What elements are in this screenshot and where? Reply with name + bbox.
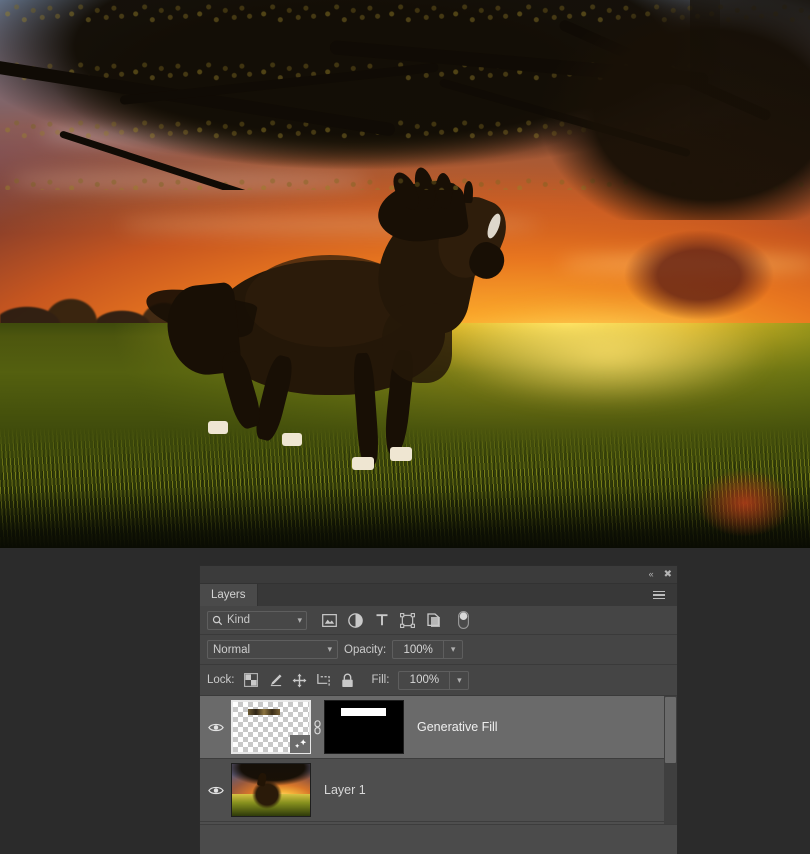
filter-type-layers-icon[interactable] xyxy=(374,613,389,628)
panel-menu-icon[interactable] xyxy=(649,584,677,606)
panel-tabs: Layers xyxy=(200,584,677,606)
horse-subject xyxy=(142,165,570,505)
fill-slider-toggle[interactable]: ▾ xyxy=(450,670,470,690)
blend-mode-value: Normal xyxy=(213,643,251,656)
close-panel-icon[interactable]: ✖ xyxy=(664,569,672,580)
lock-label: Lock: xyxy=(207,674,235,686)
lock-row: Lock: Fill: 100% ▾ xyxy=(200,665,677,696)
thumbnail-photo xyxy=(232,764,310,816)
layer-list[interactable]: Generative Fill Layer 1 xyxy=(200,696,677,824)
thumbnail-content-strip xyxy=(248,709,281,715)
layer-name[interactable]: Layer 1 xyxy=(324,783,366,797)
filter-kind-dropdown[interactable]: Kind ▾ xyxy=(207,610,307,630)
field-red-foliage xyxy=(680,458,810,548)
layer-list-scrollbar-thumb[interactable] xyxy=(665,697,676,763)
blend-mode-row: Normal ▾ Opacity: 100% ▾ xyxy=(200,635,677,665)
eye-icon xyxy=(207,723,224,731)
lock-transparent-pixels-icon[interactable] xyxy=(244,673,259,688)
table-row[interactable]: Generative Fill xyxy=(200,696,664,759)
canopy-corner-shadow xyxy=(690,0,810,260)
lock-image-pixels-icon[interactable] xyxy=(268,673,283,688)
document-canvas[interactable] xyxy=(0,0,810,548)
layer-visibility-toggle[interactable] xyxy=(200,722,231,733)
chevron-down-icon[interactable]: ▾ xyxy=(327,644,332,655)
layer-list-empty-area xyxy=(200,822,677,824)
filter-shape-layers-icon[interactable] xyxy=(400,612,415,628)
filter-adjustment-layers-icon[interactable] xyxy=(348,612,363,628)
panel-titlebar: « ✖ xyxy=(200,566,677,584)
chevron-down-icon[interactable]: ▾ xyxy=(297,615,302,626)
generative-fill-sparkle-icon xyxy=(290,735,310,753)
photoshop-window: « ✖ Layers Kind ▾ Normal ▾ Opacity: 100%… xyxy=(0,0,810,854)
tab-layers-label: Layers xyxy=(211,589,246,601)
layer-list-scrollbar[interactable] xyxy=(664,696,677,824)
table-row[interactable]: Layer 1 xyxy=(200,759,664,822)
lock-all-icon[interactable] xyxy=(340,673,355,688)
link-chain-icon[interactable] xyxy=(311,719,324,735)
fill-label: Fill: xyxy=(371,674,390,686)
tabbar-filler xyxy=(258,584,649,606)
filter-toggle-switch-icon[interactable] xyxy=(456,611,471,629)
filter-type-icons xyxy=(322,611,471,629)
filter-pixel-layers-icon[interactable] xyxy=(322,613,337,628)
lock-artboard-nesting-icon[interactable] xyxy=(316,673,331,688)
search-icon xyxy=(212,615,223,625)
blend-mode-dropdown[interactable]: Normal ▾ xyxy=(207,640,338,659)
panel-bottom-area xyxy=(200,824,677,854)
layer-mask-thumbnail[interactable] xyxy=(324,700,404,754)
tab-layers[interactable]: Layers xyxy=(200,584,258,606)
collapse-panel-icon[interactable]: « xyxy=(649,570,654,579)
layer-thumbnail[interactable] xyxy=(231,700,311,754)
filter-smart-object-layers-icon[interactable] xyxy=(426,612,441,628)
fill-value[interactable]: 100% xyxy=(398,670,451,690)
lock-icons xyxy=(244,673,355,688)
opacity-value[interactable]: 100% xyxy=(392,640,445,659)
fill-control[interactable]: 100% ▾ xyxy=(398,670,470,690)
layers-panel[interactable]: « ✖ Layers Kind ▾ Normal ▾ Opacity: 100%… xyxy=(199,565,678,854)
mask-white-area xyxy=(340,707,386,716)
layer-name[interactable]: Generative Fill xyxy=(417,720,498,734)
opacity-label: Opacity: xyxy=(344,643,387,656)
opacity-control[interactable]: 100% ▾ xyxy=(392,640,464,659)
layer-filter-row: Kind ▾ xyxy=(200,606,677,635)
eye-icon xyxy=(207,786,224,794)
lock-position-icon[interactable] xyxy=(292,673,307,688)
opacity-slider-toggle[interactable]: ▾ xyxy=(444,640,464,659)
filter-kind-label: Kind xyxy=(227,614,251,626)
layer-visibility-toggle[interactable] xyxy=(200,785,231,796)
layer-thumbnail[interactable] xyxy=(231,763,311,817)
